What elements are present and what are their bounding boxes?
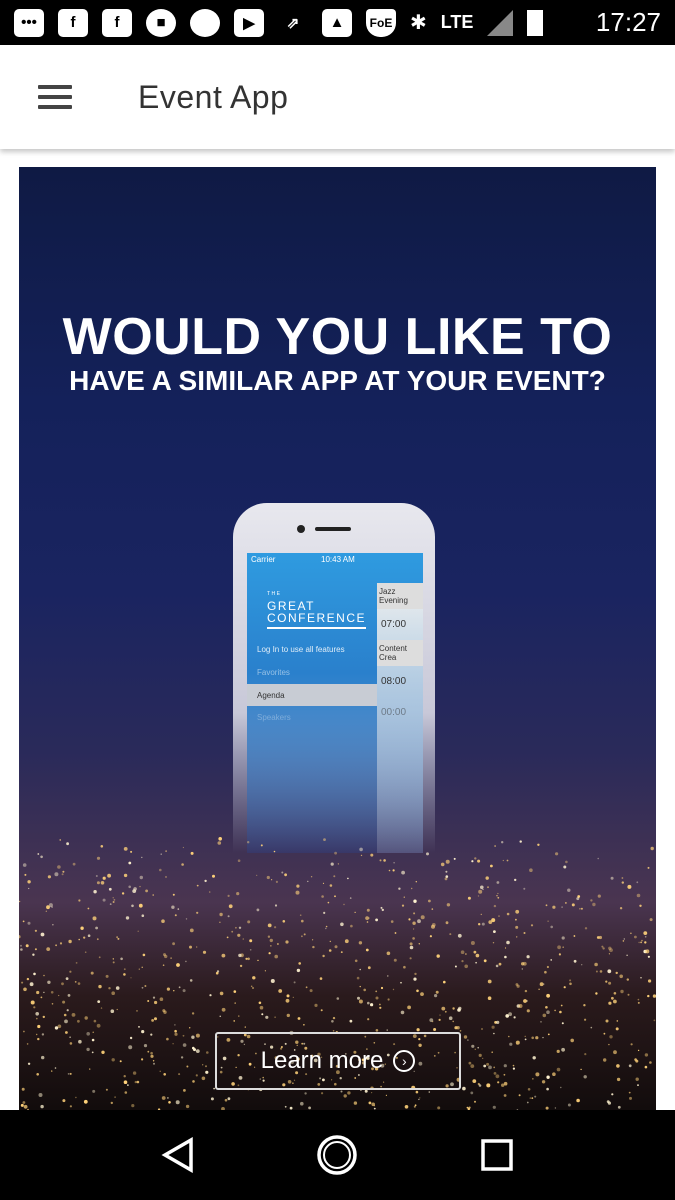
- chevron-right-circle-icon: ›: [393, 1050, 416, 1072]
- banner-subheadline: HAVE A SIMILAR APP AT YOUR EVENT?: [69, 365, 606, 396]
- youtube-icon: ▶: [234, 8, 264, 37]
- status-bar: ••• f f ■ ▶ ⇗ ▲ FoE ✱ LTE 17:27: [0, 0, 675, 45]
- page-title: Event App: [138, 78, 289, 115]
- menu-item: Agenda: [247, 684, 377, 706]
- messages-icon: •••: [14, 8, 44, 37]
- phone-clock: 10:43 AM: [321, 555, 355, 564]
- promo-banner[interactable]: WOULD YOU LIKE TO HAVE A SIMILAR APP AT …: [19, 167, 656, 1110]
- signal-icon: [190, 8, 220, 37]
- menu-item: Favorites: [257, 668, 290, 677]
- uber-icon: ■: [146, 8, 176, 37]
- menu-item: Log In to use all features: [257, 645, 345, 654]
- bluetooth-icon: ✱: [410, 12, 427, 34]
- foe-icon: FoE: [366, 8, 396, 37]
- conference-logo: THE GREAT CONFERENCE: [267, 588, 367, 629]
- home-icon[interactable]: [316, 1134, 358, 1176]
- clock: 17:27: [595, 7, 661, 37]
- recents-icon[interactable]: [480, 1138, 514, 1172]
- learn-more-label: Learn more: [260, 1047, 384, 1074]
- jira-icon: ⇗: [286, 14, 300, 32]
- battery-charging-icon: [527, 9, 544, 36]
- menu-item: Speakers: [257, 713, 291, 722]
- navigation-bar: [0, 1110, 675, 1200]
- gallery-icon: ▲: [322, 8, 352, 37]
- facebook-icon: f: [102, 8, 132, 37]
- agenda-panel: Jazz Evening 07:00 Content Crea 08:00 00…: [377, 583, 423, 853]
- app-bar: Event App: [0, 45, 675, 149]
- carrier-text: Carrier: [251, 555, 276, 564]
- signal-strength-icon: [487, 9, 514, 36]
- facebook-icon: f: [58, 8, 88, 37]
- hamburger-icon[interactable]: [38, 85, 72, 109]
- banner-headline: WOULD YOU LIKE TO: [62, 308, 613, 366]
- lte-icon: LTE: [440, 12, 474, 32]
- phone-mockup: Carrier 10:43 AM THE GREAT CONFERENCE Lo…: [233, 503, 435, 853]
- learn-more-button[interactable]: Learn more ›: [215, 1032, 461, 1090]
- back-icon[interactable]: [161, 1137, 195, 1173]
- phone-screen: Carrier 10:43 AM THE GREAT CONFERENCE Lo…: [247, 553, 423, 853]
